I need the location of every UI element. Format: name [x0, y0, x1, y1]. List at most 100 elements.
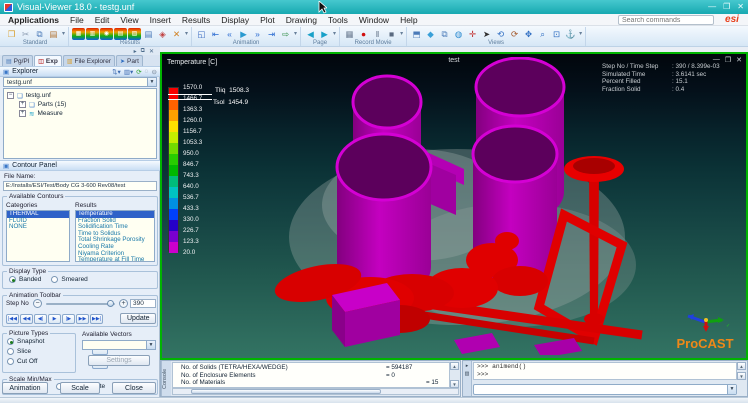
- previous-page-icon[interactable]: ◀: [304, 28, 317, 40]
- result-temperature-at-fill-time[interactable]: Temperature at Fill Time: [76, 257, 154, 262]
- play-icon[interactable]: ▶: [237, 28, 250, 40]
- maximize-icon[interactable]: ❐: [723, 3, 730, 11]
- toolbar-overflow-icon[interactable]: ▾: [62, 30, 65, 37]
- expand-icon[interactable]: +: [19, 110, 26, 117]
- step-decrement-button[interactable]: −: [33, 299, 42, 308]
- stop-icon[interactable]: ■: [385, 28, 398, 40]
- animation-controls-icon[interactable]: ◱: [195, 28, 208, 40]
- scroll-up-icon[interactable]: ▲: [737, 362, 746, 370]
- tab-exp[interactable]: ◫Exp: [34, 55, 62, 66]
- settings-button[interactable]: Settings: [88, 355, 150, 366]
- console-tab[interactable]: Console: [161, 361, 171, 396]
- float-panel-icon[interactable]: ⧉: [141, 48, 145, 55]
- sort-icon[interactable]: ⇅▾: [112, 68, 121, 76]
- fringe-plot-icon[interactable]: ▥: [86, 28, 99, 40]
- fast-forward-frame-button[interactable]: ▶▶: [76, 314, 89, 324]
- tree-item-parts-15[interactable]: +❏Parts (15): [7, 100, 156, 109]
- spin-view-icon[interactable]: ⟳: [508, 28, 521, 40]
- open-file-icon[interactable]: ❒: [5, 28, 18, 40]
- chevron-down-icon[interactable]: ▼: [147, 78, 156, 86]
- step-increment-button[interactable]: +: [119, 299, 128, 308]
- scroll-up-icon[interactable]: ▲: [450, 362, 459, 370]
- scrollbar-thumb[interactable]: [191, 389, 381, 394]
- layout-icon[interactable]: ▥▾: [124, 68, 133, 76]
- chevron-down-icon[interactable]: ▼: [727, 385, 736, 394]
- tree-item-root[interactable]: −❏testg.unf: [7, 91, 156, 100]
- isometric-view-icon[interactable]: ⬒: [410, 28, 423, 40]
- collapse-panel-icon[interactable]: ⊖: [152, 68, 157, 76]
- menu-display[interactable]: Display: [221, 15, 249, 25]
- radio-slice[interactable]: Slice: [7, 348, 44, 355]
- category-none[interactable]: NONE: [7, 224, 69, 231]
- update-button[interactable]: Update: [120, 313, 156, 324]
- last-frame-button[interactable]: ▶▶|: [90, 314, 103, 324]
- view-manager-icon[interactable]: ⧉: [438, 28, 451, 40]
- record-icon[interactable]: ●: [357, 28, 370, 40]
- derived-results-icon[interactable]: ✕: [170, 28, 183, 40]
- copy-icon[interactable]: ⧉: [33, 28, 46, 40]
- tab-pg-pl[interactable]: ▤Pg/Pl: [2, 55, 33, 66]
- comment-icon[interactable]: ◌: [145, 68, 149, 76]
- shaded-view-icon[interactable]: ◆: [424, 28, 437, 40]
- toolbar-overflow-icon[interactable]: ▾: [185, 30, 188, 37]
- axis-triad-icon[interactable]: ✛: [466, 28, 479, 40]
- toolbar-overflow-icon[interactable]: ▾: [333, 30, 336, 37]
- toolbar-overflow-icon[interactable]: ▾: [294, 30, 297, 37]
- contour-panel-icon[interactable]: ▦: [72, 28, 85, 40]
- menu-insert[interactable]: Insert: [150, 15, 171, 25]
- paste-icon[interactable]: ▤: [47, 28, 60, 40]
- python-command-input[interactable]: ▼: [473, 384, 737, 395]
- categories-list[interactable]: THERMALFLUIDNONE: [6, 210, 70, 262]
- tab-part[interactable]: ➤Part: [116, 55, 143, 66]
- button-scale[interactable]: Scale: [60, 382, 100, 394]
- forward-icon[interactable]: »: [251, 28, 264, 40]
- probe-icon[interactable]: ◈: [156, 28, 169, 40]
- menu-window[interactable]: Window: [359, 15, 389, 25]
- last-frame-icon[interactable]: ⇥: [265, 28, 278, 40]
- radio-banded[interactable]: Banded: [9, 276, 41, 283]
- pin-panel-icon[interactable]: ▸: [134, 48, 137, 55]
- rotate-view-icon[interactable]: ⟲: [494, 28, 507, 40]
- radio-cut-off[interactable]: Cut Off: [7, 358, 44, 365]
- anchor-view-icon[interactable]: ⚓: [564, 28, 577, 40]
- slider-handle[interactable]: [107, 300, 114, 307]
- menu-drawing[interactable]: Drawing: [286, 15, 317, 25]
- console-output[interactable]: No. of Solids (TETRA/HEXA/WEDGE)= 594187…: [172, 362, 450, 388]
- chevron-down-icon[interactable]: ▼: [146, 341, 155, 349]
- globe-view-icon[interactable]: ◍: [452, 28, 465, 40]
- radio-smeared[interactable]: Smeared: [51, 276, 87, 283]
- step-value-input[interactable]: [130, 299, 156, 308]
- menu-plot[interactable]: Plot: [260, 15, 275, 25]
- collapse-icon[interactable]: −: [7, 92, 14, 99]
- fast-rewind-frame-button[interactable]: ◀◀: [20, 314, 33, 324]
- iso-surface-icon[interactable]: ▤: [114, 28, 127, 40]
- pick-icon[interactable]: ➤: [480, 28, 493, 40]
- button-animation[interactable]: Animation: [2, 382, 48, 394]
- run-script-icon[interactable]: ▸: [466, 363, 469, 369]
- step-slider[interactable]: [46, 303, 115, 305]
- scroll-down-icon[interactable]: ▼: [450, 380, 459, 388]
- menu-edit[interactable]: Edit: [95, 15, 110, 25]
- file-name-field[interactable]: E:/Installs/ESI/Test/Body CG 3-600 Rev08…: [3, 181, 157, 191]
- zoom-view-icon[interactable]: ⌕: [536, 28, 549, 40]
- close-panel-icon[interactable]: ✕: [149, 48, 154, 55]
- first-frame-button[interactable]: |◀◀: [6, 314, 19, 324]
- python-output[interactable]: >>> animend()>>>: [473, 362, 737, 380]
- minimize-icon[interactable]: —: [708, 3, 716, 11]
- expand-icon[interactable]: +: [19, 101, 26, 108]
- play-frame-button[interactable]: ▶: [48, 314, 61, 324]
- step-forward-frame-button[interactable]: |▶: [62, 314, 75, 324]
- next-page-icon[interactable]: ▶: [318, 28, 331, 40]
- step-back-frame-button[interactable]: ◀|: [34, 314, 47, 324]
- menu-file[interactable]: File: [70, 15, 84, 25]
- section-plot-icon[interactable]: ▨: [128, 28, 141, 40]
- pan-view-icon[interactable]: ✥: [522, 28, 535, 40]
- toolbar-overflow-icon[interactable]: ▾: [579, 30, 582, 37]
- button-close[interactable]: Close: [112, 382, 156, 394]
- rewind-icon[interactable]: «: [223, 28, 236, 40]
- search-input[interactable]: [618, 15, 714, 25]
- explorer-file-combobox[interactable]: testg.unf ▼: [3, 77, 157, 87]
- first-frame-icon[interactable]: ⇤: [209, 28, 222, 40]
- console-horizontal-scrollbar[interactable]: [172, 388, 459, 395]
- pause-icon[interactable]: ‖: [371, 28, 384, 40]
